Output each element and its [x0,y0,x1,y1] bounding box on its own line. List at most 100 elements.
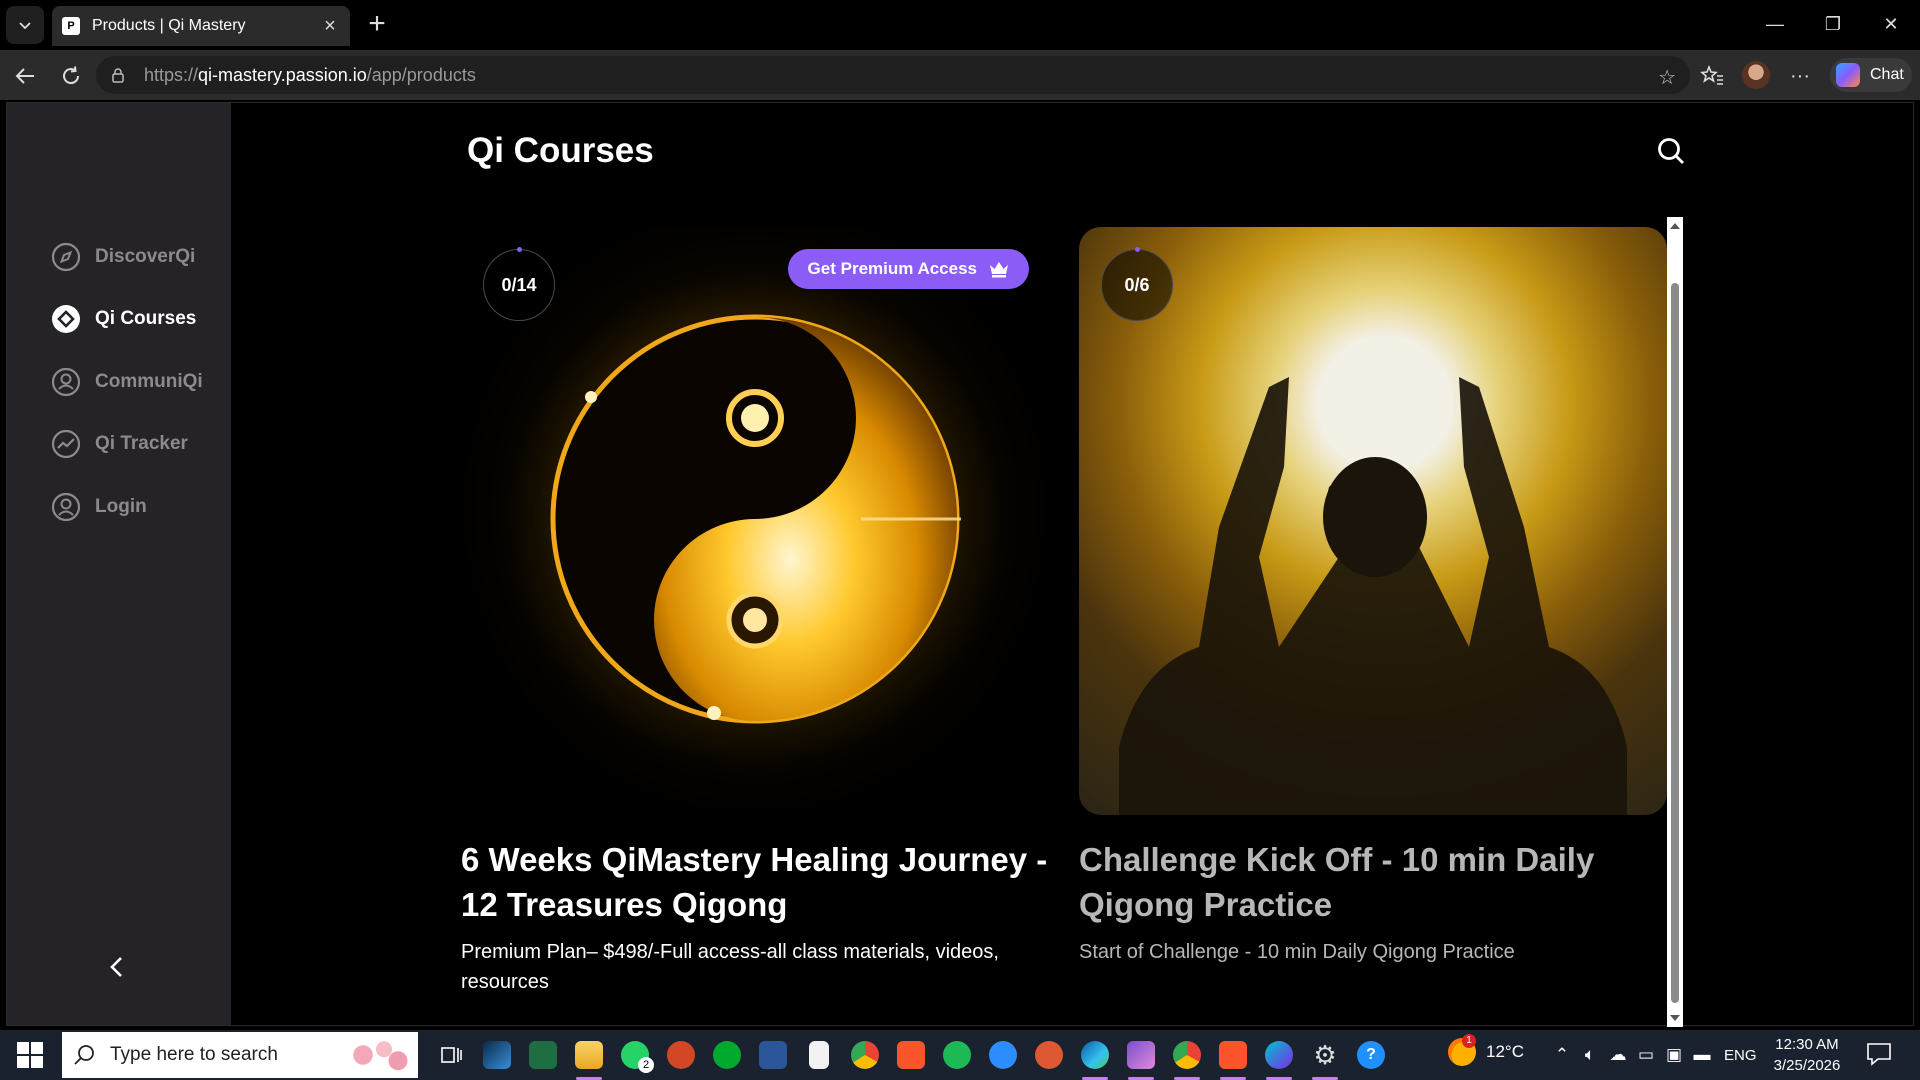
address-toolbar: https://qi-mastery.passion.io/app/produc… [0,50,1920,100]
sidebar-item-label: CommuniQi [95,371,203,392]
course-description: Start of Challenge - 10 min Daily Qigong… [1079,941,1515,963]
canva-icon[interactable] [1256,1035,1302,1080]
brave-icon[interactable] [888,1035,934,1075]
zoom-icon[interactable] [980,1035,1026,1075]
system-tray: ⌃ 🔈︎ ☁︎ ▭ ▣ ▬ ENG [1548,1040,1765,1070]
sidebar-item-qi-tracker[interactable]: Qi Tracker [51,428,188,460]
back-icon[interactable] [10,61,40,91]
compass-icon [51,242,81,272]
taskbar-search-placeholder: Type here to search [110,1044,278,1065]
tab-list-button[interactable] [6,6,44,44]
onedrive-icon[interactable]: ☁︎ [1604,1040,1632,1070]
favorite-star-icon[interactable]: ☆ [1658,65,1676,90]
url-text: https://qi-mastery.passion.io/app/produc… [144,64,476,85]
page-title: Qi Courses [467,131,654,170]
get-premium-access-button[interactable]: Get Premium Access [787,249,1029,289]
windows-taskbar: Type here to search 2 ⚙ ? 1 12°C ⌃ 🔈︎ ☁︎… [0,1030,1920,1080]
refresh-icon[interactable] [56,61,86,91]
user-icon [51,492,81,522]
clock[interactable]: 12:30 AM 3/25/2026 [1762,1034,1852,1076]
photos-icon[interactable] [1118,1035,1164,1080]
premium-button-label: Get Premium Access [807,259,977,278]
course-card[interactable]: 0/14 Get Premium Access 6 Weeks QiMaster… [461,227,1049,997]
yin-yang-image [505,269,1005,769]
sidebar-item-qi-courses[interactable]: Qi Courses [51,303,196,335]
evernote-icon[interactable] [704,1035,750,1075]
course-title[interactable]: Challenge Kick Off - 10 min Daily Qigong… [1079,837,1667,927]
file-explorer-icon[interactable] [566,1035,612,1080]
course-image[interactable]: 0/6 [1079,227,1667,815]
weather-widget[interactable]: 1 12°C [1448,1034,1524,1066]
edge-icon[interactable] [1072,1035,1118,1080]
tab-title: Products | Qi Mastery [92,17,246,34]
tab-favicon-icon: P [62,17,80,35]
show-hidden-icons-icon[interactable]: ⌃ [1548,1040,1576,1070]
whatsapp-icon[interactable]: 2 [612,1035,658,1075]
course-image[interactable]: 0/14 Get Premium Access [461,227,1049,815]
sidebar-item-label: Qi Courses [95,308,197,329]
task-view-icon[interactable] [428,1035,474,1075]
chrome-icon[interactable] [842,1035,888,1075]
progress-ring: 0/6 [1101,247,1173,321]
app-k-icon[interactable] [474,1035,520,1075]
taskbar-search-box[interactable]: Type here to search [62,1032,418,1078]
tab-close-icon[interactable]: × [320,15,340,38]
more-options-icon[interactable]: ··· [1786,62,1814,90]
word-icon[interactable] [750,1035,796,1075]
weather-badge: 1 [1462,1034,1476,1048]
clock-date: 3/25/2026 [1773,1057,1841,1074]
close-window-icon[interactable]: ✕ [1862,0,1920,48]
crown-icon [990,262,1008,278]
browser-tab[interactable]: P Products | Qi Mastery × [52,6,350,46]
windows-start-icon[interactable] [10,1040,50,1070]
lock-icon[interactable] [110,67,126,83]
help-icon[interactable]: ? [1348,1035,1394,1075]
sidebar-item-discoverqi[interactable]: DiscoverQi [51,241,195,273]
settings-icon[interactable]: ⚙ [1302,1035,1348,1080]
sidebar-item-communiqi[interactable]: CommuniQi [51,366,203,398]
scroll-down-icon[interactable] [1670,1015,1680,1021]
notifications-icon[interactable] [1866,1042,1892,1066]
search-icon[interactable] [1657,137,1685,165]
new-tab-icon[interactable]: + [362,9,392,40]
temperature: 12°C [1486,1042,1524,1061]
network-icon[interactable]: ▭ [1632,1040,1660,1070]
sidebar-item-label: Qi Tracker [95,433,188,454]
copilot-chat-button[interactable]: Chat [1830,58,1912,92]
input-language[interactable]: ENG [1724,1047,1757,1064]
sidebar-item-label: DiscoverQi [95,246,196,267]
clock-time: 12:30 AM [1775,1036,1839,1053]
scrollbar-thumb[interactable] [1671,283,1679,1003]
powerpoint-icon[interactable] [658,1035,704,1075]
app-window: DiscoverQi Qi Courses CommuniQi Qi Track… [6,102,1914,1027]
minimize-icon[interactable]: — [1746,0,1804,48]
duckduckgo-icon[interactable] [1026,1035,1072,1075]
sidebar-item-label: Login [95,496,147,517]
profile-avatar[interactable] [1742,61,1770,89]
course-description: Premium Plan– $498/-Full access-all clas… [461,941,999,993]
chrome-profile-icon[interactable] [1164,1035,1210,1080]
course-card[interactable]: 0/6 Challenge Kick Off - 10 min Daily Qi… [1079,227,1667,967]
collapse-sidebar-icon[interactable] [107,953,131,983]
brave-profile-icon[interactable] [1210,1035,1256,1080]
progress-ring: 0/14 [483,247,555,321]
taskbar-apps: 2 ⚙ ? [428,1035,1394,1080]
spotify-icon[interactable] [934,1035,980,1075]
community-icon [51,367,81,397]
vertical-scrollbar[interactable] [1667,217,1683,1027]
restore-icon[interactable]: ❐ [1804,0,1862,48]
display-icon[interactable]: ▣ [1660,1040,1688,1070]
favorites-icon[interactable] [1698,62,1726,90]
silhouette-image [1119,377,1627,815]
volume-icon[interactable]: 🔈︎ [1576,1040,1604,1070]
battery-icon[interactable]: ▬ [1688,1040,1716,1070]
notepad-icon[interactable] [796,1035,842,1075]
sidebar-item-login[interactable]: Login [51,491,147,523]
excel-icon[interactable] [520,1035,566,1075]
course-title[interactable]: 6 Weeks QiMastery Healing Journey - 12 T… [461,837,1049,927]
copilot-icon [1836,63,1860,87]
url-bar[interactable]: https://qi-mastery.passion.io/app/produc… [96,56,1690,94]
chevron-down-icon [19,22,31,30]
tracker-icon [51,429,81,459]
scroll-up-icon[interactable] [1670,223,1680,229]
